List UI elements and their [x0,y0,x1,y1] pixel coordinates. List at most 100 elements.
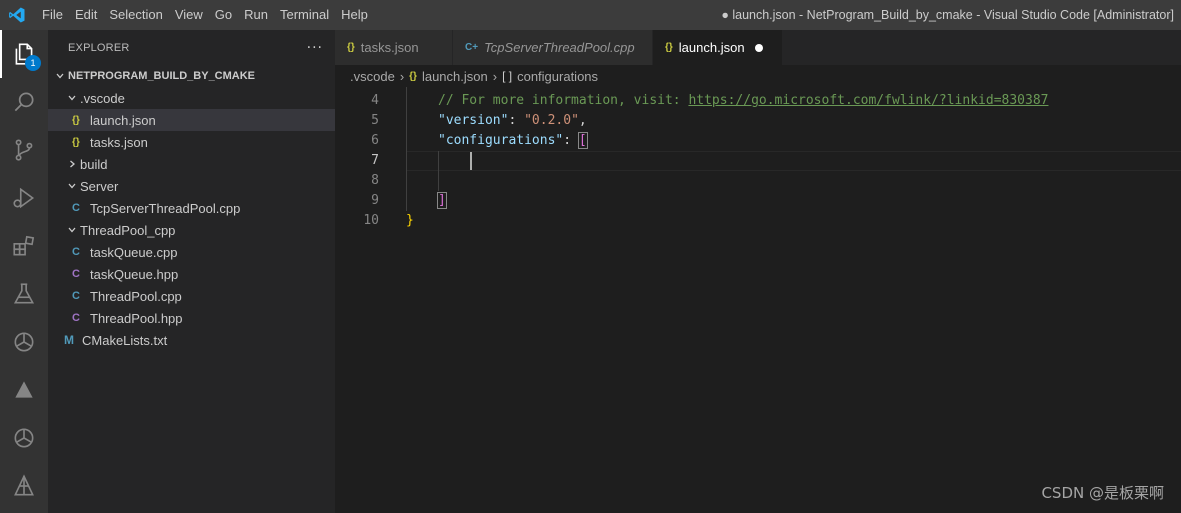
breadcrumb: .vscode › {} launch.json › [ ] configura… [335,65,1181,87]
chevron-down-icon [64,93,80,103]
menu-help[interactable]: Help [335,0,374,30]
tree-file[interactable]: C ThreadPool.hpp [48,307,335,329]
sidebar-header: EXPLORER ··· [48,30,335,65]
line-number: 5 [371,113,379,128]
tab-tcpserverthreadpool-cpp[interactable]: C+ TcpServerThreadPool.cpp [453,30,653,65]
tree-item-label: launch.json [90,112,156,128]
tree-item-label: .vscode [80,90,125,106]
code-token: "0.2.0" [524,113,579,128]
chevron-right-icon: › [492,68,498,84]
hpp-file-icon: C [72,268,80,280]
tab-label: launch.json [678,40,745,55]
code-line: 5 "version": "0.2.0", [335,111,1181,131]
code-line: 4 // For more information, visit: https:/… [335,91,1181,111]
editor-area: {} tasks.json C+ TcpServerThreadPool.cpp {} l… [335,30,1181,513]
window-title: ● launch.json - NetProgram_Build_by_cmak… [721,8,1174,22]
tree-item-label: taskQueue.hpp [90,266,179,282]
tree-file[interactable]: CtaskQueue.hpp [48,263,335,285]
openai-icon[interactable] [0,318,48,366]
more-actions-button[interactable]: ··· [307,40,323,56]
cpp-file-icon: C [72,290,80,302]
menu-view[interactable]: View [169,0,209,30]
chevron-down-icon [64,225,80,235]
tree-folder[interactable]: .vscode [48,87,335,109]
menu-run[interactable]: Run [238,0,274,30]
line-number: 6 [371,133,379,148]
json-file-icon: {} [72,136,80,148]
code-token: , [578,113,587,128]
code-line: 6 "configurations": [ [335,131,1181,151]
tree-folder[interactable]: ThreadPool_cpp [48,219,335,241]
tree-file[interactable]: {} launch.json [48,109,335,131]
breadcrumb-symbol[interactable]: configurations [517,69,598,84]
line-text: ] [437,191,447,211]
line-number: 8 [371,173,379,188]
code-token: "configurations" [438,133,564,148]
menu-selection[interactable]: Selection [103,0,168,30]
code-line: 9] [335,191,1181,211]
code-token: // For more information, visit: [438,93,689,108]
explorer-sidebar: EXPLORER ··· NETPROGRAM_BUILD_BY_CMAKE .… [48,30,335,513]
tree-file[interactable]: M CMakeLists.txt [48,329,335,351]
code-token: } [406,213,414,228]
tree-file[interactable]: C TcpServerThreadPool.cpp [48,197,335,219]
line-number: 7 [371,153,379,168]
code-editor[interactable]: 4 // For more information, visit: https:/… [335,87,1181,513]
tab-label: tasks.json [360,40,419,55]
extensions-icon[interactable] [0,222,48,270]
triangle-extension-icon[interactable] [0,366,48,414]
code-token: [ [577,132,588,149]
json-file-icon: {} [72,114,80,126]
code-line-partial [335,77,1181,81]
cmake-file-icon: M [64,333,74,347]
menu-edit[interactable]: Edit [69,0,103,30]
menu-file[interactable]: File [36,0,69,30]
code-line: 7 [335,151,1181,171]
tree-folder[interactable]: build [48,153,335,175]
tree-item-label: CMakeLists.txt [82,332,168,348]
run-debug-icon[interactable] [0,174,48,222]
line-number: 4 [371,93,379,108]
chevron-right-icon: › [399,68,405,84]
tree-item-label: ThreadPool.cpp [90,288,182,304]
menu-terminal[interactable]: Terminal [274,0,335,30]
cpp-file-icon: C+ [465,42,479,53]
search-icon[interactable] [0,78,48,126]
file-tree: .vscode{} launch.json{} tasks.json build Ser… [48,87,335,351]
code-token: ] [437,192,447,209]
unsaved-dot-icon[interactable] [754,43,763,52]
indent-guide [438,151,439,191]
code-line: 8 [335,171,1181,191]
breadcrumb-file[interactable]: launch.json [422,69,488,84]
title-bar: File Edit Selection View Go Run Terminal Help ●… [0,0,1181,30]
tree-item-label: taskQueue.cpp [90,244,178,260]
tree-file[interactable]: {} tasks.json [48,131,335,153]
cpp-file-icon: C [72,202,80,214]
testing-icon[interactable] [0,270,48,318]
tree-file[interactable]: C ThreadPool.cpp [48,285,335,307]
code-line: 10} [335,211,1181,231]
tree-item-label: Server [80,178,119,194]
tree-file[interactable]: CtaskQueue.cpp [48,241,335,263]
indent-guide [406,87,407,211]
files-icon[interactable]: 1 [0,30,48,78]
tab-tasks-json[interactable]: {} tasks.json [335,30,453,65]
breadcrumb-folder[interactable]: .vscode [350,69,395,84]
line-number: 9 [371,193,379,208]
openai-icon[interactable] [0,414,48,462]
line-text: "version": "0.2.0", [438,111,587,131]
project-header[interactable]: NETPROGRAM_BUILD_BY_CMAKE [48,65,335,87]
explorer-badge: 1 [25,55,41,71]
source-control-icon[interactable] [0,126,48,174]
text-cursor [470,152,472,170]
explorer-title: EXPLORER [68,41,130,54]
line-text: "configurations": [ [438,131,588,151]
tab-launch-json[interactable]: {} launch.json [653,30,783,65]
menu-go[interactable]: Go [209,0,238,30]
watermark: CSDN @是板栗啊 [1041,484,1164,502]
tab-label: TcpServerThreadPool.cpp [484,40,635,55]
feather-extension-icon[interactable] [0,462,48,510]
line-text: } [406,211,414,231]
project-name: NETPROGRAM_BUILD_BY_CMAKE [68,70,256,82]
tree-folder[interactable]: Server [48,175,335,197]
